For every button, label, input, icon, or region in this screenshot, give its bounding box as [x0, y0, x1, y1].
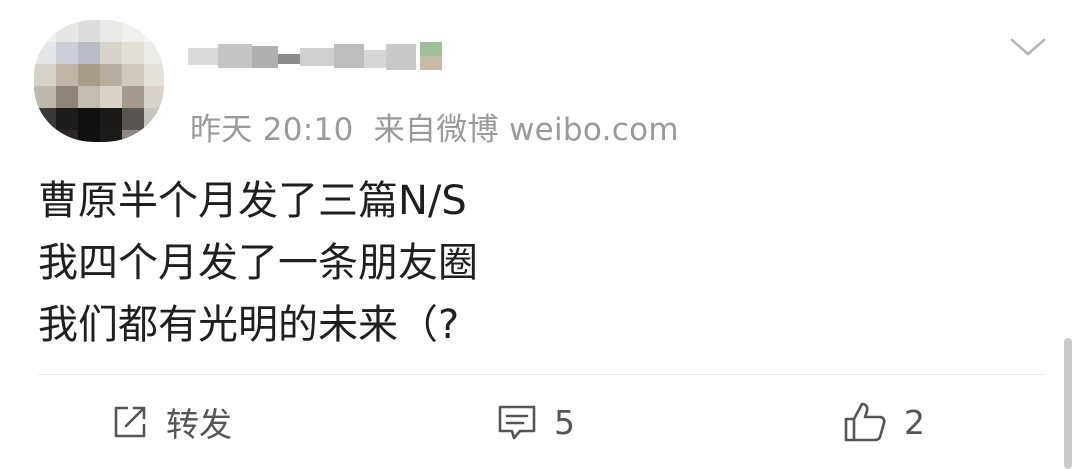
username-blurred[interactable] — [188, 42, 488, 82]
post-source[interactable]: 来自微博 weibo.com — [374, 112, 679, 148]
comment-count: 5 — [554, 402, 575, 442]
scrollbar[interactable] — [1064, 338, 1072, 469]
repost-label: 转发 — [166, 405, 232, 444]
share-icon — [110, 402, 150, 442]
comment-button[interactable]: 5 — [496, 398, 575, 446]
comment-icon — [496, 401, 538, 443]
content-line: 我四个月发了一条朋友圈 — [38, 240, 478, 286]
weibo-post-card: 昨天 20:10 来自微博 weibo.com 曹原半个月发了三篇N/S 我四个月… — [0, 0, 1080, 469]
like-button[interactable]: 2 — [842, 398, 925, 446]
content-line: 我们都有光明的未来（? — [38, 302, 460, 348]
chevron-down-icon[interactable] — [1008, 34, 1048, 60]
like-count: 2 — [904, 402, 925, 442]
content-line: 曹原半个月发了三篇N/S — [38, 178, 467, 224]
post-time: 昨天 20:10 — [190, 112, 354, 148]
divider — [38, 374, 1046, 375]
post-content: 曹原半个月发了三篇N/S 我四个月发了一条朋友圈 我们都有光明的未来（? — [38, 170, 478, 356]
thumbs-up-icon — [842, 400, 888, 444]
avatar[interactable] — [34, 20, 164, 142]
post-meta: 昨天 20:10 来自微博 weibo.com — [190, 104, 679, 149]
repost-button[interactable]: 转发 — [110, 398, 232, 446]
